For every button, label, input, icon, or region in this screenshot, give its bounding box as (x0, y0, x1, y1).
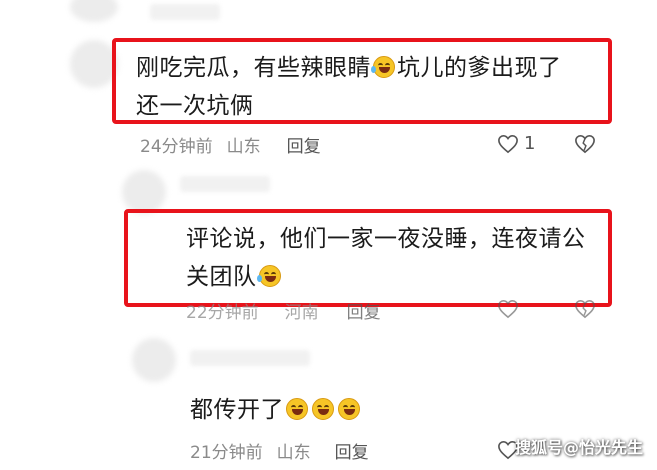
grinning-emoji-icon (312, 398, 334, 420)
broken-heart-icon[interactable] (574, 299, 596, 319)
red-highlight-box (112, 38, 612, 124)
broken-heart-icon[interactable] (574, 134, 596, 154)
comment-time: 21分钟前 (190, 443, 263, 463)
comment-text: 都传开了 (190, 391, 362, 429)
red-highlight-box (124, 209, 612, 307)
comment-line: 都传开了 (190, 397, 284, 423)
reply-button[interactable]: 回复 (287, 137, 321, 157)
comment-time: 22分钟前 (186, 303, 259, 323)
heart-icon[interactable] (497, 299, 519, 319)
heart-icon[interactable] (497, 134, 519, 154)
comment-time: 24分钟前 (140, 137, 213, 157)
username-blurred (180, 176, 270, 192)
watermark: 搜狐号@怡光先生 (514, 438, 643, 457)
avatar (122, 170, 166, 214)
reply-button[interactable]: 回复 (347, 303, 381, 323)
avatar (132, 338, 176, 382)
comment-meta: 22分钟前 河南 回复 (186, 298, 395, 323)
avatar (70, 0, 118, 22)
comment-location: 山东 (226, 137, 261, 157)
like-count: 1 (524, 133, 536, 154)
username-blurred (190, 350, 310, 366)
grinning-emoji-icon (338, 398, 360, 420)
comment-meta: 21分钟前 山东 回复 (190, 438, 383, 463)
reply-button[interactable]: 回复 (335, 443, 369, 463)
grinning-emoji-icon (286, 398, 308, 420)
comment-location: 山东 (276, 443, 311, 463)
username-blurred (150, 4, 220, 20)
comment-location: 河南 (284, 303, 319, 323)
avatar (70, 40, 118, 88)
comment-meta: 24分钟前 山东 回复 (140, 132, 335, 157)
